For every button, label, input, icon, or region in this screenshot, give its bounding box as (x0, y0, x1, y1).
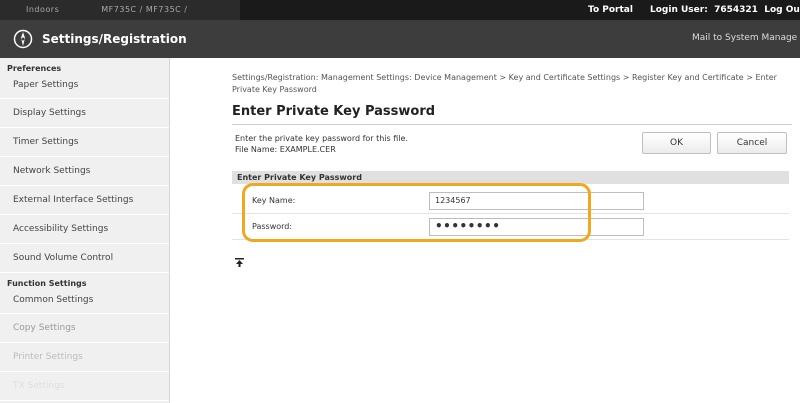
cancel-button[interactable]: Cancel (717, 132, 787, 154)
highlight-callout (242, 183, 591, 242)
sidebar-item-sound-volume-control[interactable]: Sound Volume Control (0, 244, 169, 273)
compass-logo-icon (13, 29, 33, 49)
app-title: Settings/Registration (42, 32, 187, 46)
title-divider (232, 124, 792, 125)
sidebar-item-printer-settings[interactable]: Printer Settings (0, 343, 169, 372)
page-description: Enter the private key password for this … (235, 133, 408, 155)
device-address: MF735C / MF735C / (101, 5, 188, 14)
description-text: Enter the private key password for this … (235, 134, 408, 143)
logout-link[interactable]: Log Ou (764, 5, 800, 15)
go-to-top-icon[interactable] (235, 258, 244, 267)
login-info: Login User: 7654321 Log Ou (650, 5, 800, 15)
to-portal-link[interactable]: To Portal (588, 5, 633, 15)
sidebar-item-accessibility-settings[interactable]: Accessibility Settings (0, 215, 169, 244)
sidebar-item-network-settings[interactable]: Network Settings (0, 157, 169, 186)
device-info: Indoors MF735C / MF735C / (0, 0, 240, 20)
main-content: Settings/Registration: Management Settin… (171, 58, 800, 403)
sidebar-item-copy-settings[interactable]: Copy Settings (0, 314, 169, 343)
sidebar-item-external-interface-settings[interactable]: External Interface Settings (0, 186, 169, 215)
sidebar: Preferences Paper Settings Display Setti… (0, 58, 170, 403)
top-bar: Indoors MF735C / MF735C / To Portal Login… (0, 0, 800, 20)
ok-button[interactable]: OK (642, 132, 711, 154)
login-user-label: Login User: (650, 5, 708, 15)
page-title: Enter Private Key Password (232, 104, 436, 119)
sidebar-item-timer-settings[interactable]: Timer Settings (0, 128, 169, 157)
sidebar-section-preferences: Preferences (7, 64, 62, 73)
login-user-id: 7654321 (714, 5, 758, 15)
breadcrumb[interactable]: Settings/Registration: Management Settin… (232, 72, 787, 96)
sidebar-item-display-settings[interactable]: Display Settings (0, 99, 169, 128)
sidebar-item-tx-settings[interactable]: TX Settings (0, 372, 169, 401)
app-header: Settings/Registration Mail to System Man… (0, 20, 800, 58)
sidebar-item-common-settings[interactable]: Common Settings (0, 289, 169, 314)
device-name: Indoors (26, 5, 60, 14)
mail-to-system-manager-link[interactable]: Mail to System Manage (692, 33, 797, 43)
sidebar-section-function-settings: Function Settings (7, 279, 87, 288)
sidebar-item-paper-settings[interactable]: Paper Settings (0, 74, 169, 99)
file-name-text: File Name: EXAMPLE.CER (235, 145, 336, 154)
